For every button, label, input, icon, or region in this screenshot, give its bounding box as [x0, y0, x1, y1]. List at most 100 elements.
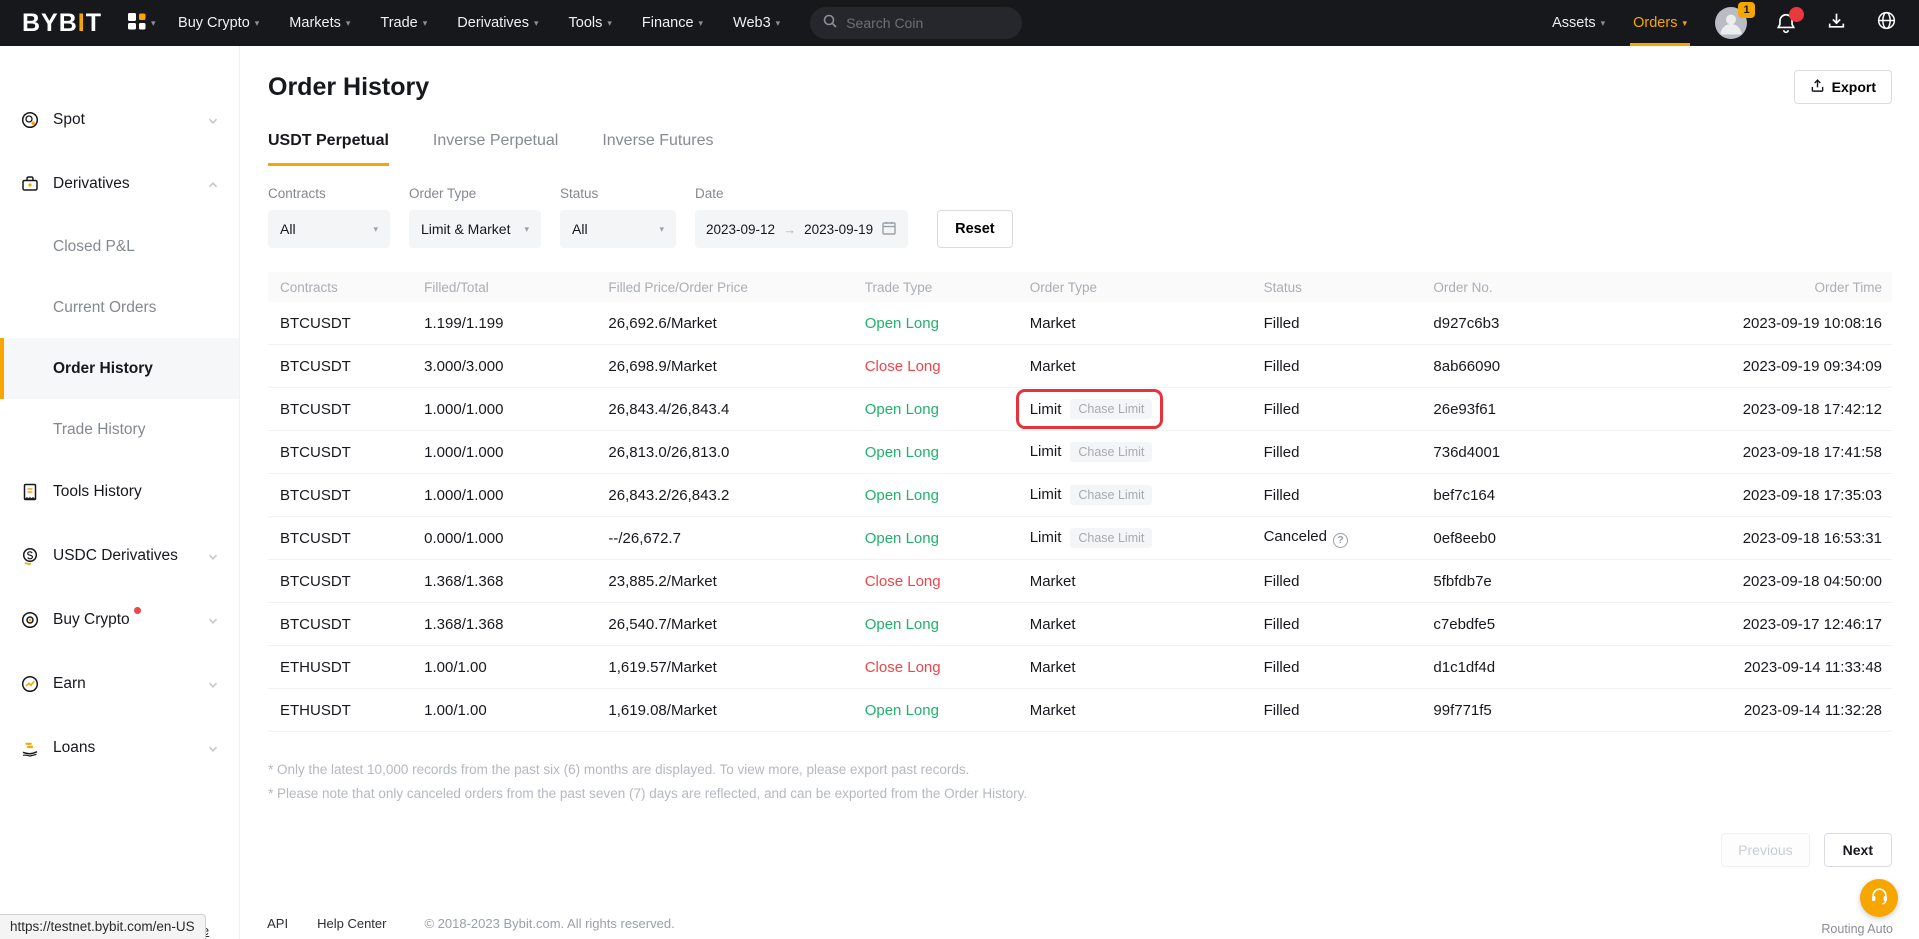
nav-menu-derivatives[interactable]: Derivatives▾ [457, 15, 538, 31]
caret-down-icon: ▾ [346, 18, 351, 29]
status-text: Filled [1264, 401, 1300, 418]
sidebar-item-buy-crypto[interactable]: Buy Crypto [0, 588, 239, 652]
download-icon [1826, 10, 1847, 36]
export-button[interactable]: Export [1794, 70, 1892, 104]
sidebar-item-tools-history[interactable]: Tools History [0, 460, 239, 524]
column-header-filled-price-order-price: Filled Price/Order Price [608, 280, 864, 295]
contracts-select-value: All [280, 221, 296, 237]
search-box[interactable] [810, 7, 1022, 39]
sidebar-item-trade-history[interactable]: Trade History [0, 399, 239, 460]
earn-icon [20, 674, 40, 694]
cell-order-type: Market [1030, 315, 1264, 332]
reset-button[interactable]: Reset [937, 210, 1013, 248]
cell-status: Filled [1264, 487, 1434, 504]
order-type-filter-label: Order Type [409, 186, 541, 201]
nav-menu-label: Markets [289, 15, 341, 31]
order-type-text: Market [1030, 573, 1076, 590]
order-type-select-value: Limit & Market [421, 221, 510, 237]
tab-usdt-perpetual[interactable]: USDT Perpetual [268, 132, 389, 166]
order-type-wrap: LimitChase Limit [1030, 486, 1153, 503]
table-row: BTCUSDT1.368/1.36826,540.7/MarketOpen Lo… [268, 603, 1892, 646]
caret-down-icon: ▾ [151, 18, 156, 29]
chase-limit-highlight: LimitChase Limit [1030, 399, 1153, 419]
status-text: Filled [1264, 315, 1300, 332]
assets-label: Assets [1552, 15, 1596, 31]
tools-history-icon [20, 482, 40, 502]
cell-trade-type: Open Long [865, 401, 1030, 418]
cell-order-time: 2023-09-19 09:34:09 [1658, 358, 1882, 375]
sidebar-item-label: USDC Derivatives [53, 547, 194, 565]
status-select[interactable]: All ▾ [560, 210, 676, 248]
cell-trade-type: Close Long [865, 358, 1030, 375]
sidebar-item-order-history[interactable]: Order History [0, 338, 239, 399]
sidebar-item-loans[interactable]: Loans [0, 716, 239, 780]
sidebar-item-label: Spot [53, 111, 194, 129]
apps-grid-icon[interactable]: ▾ [126, 11, 150, 35]
table-note: * Only the latest 10,000 records from th… [268, 758, 1892, 782]
status-text: Filled [1264, 659, 1300, 676]
next-page-button[interactable]: Next [1824, 833, 1892, 867]
nav-menu-markets[interactable]: Markets ▾ [289, 15, 350, 31]
nav-menu-finance[interactable]: Finance▾ [642, 15, 703, 31]
help-icon[interactable]: ? [1333, 533, 1348, 548]
arrow-right-icon: → [783, 222, 796, 237]
cell-filled-total: 1.000/1.000 [424, 444, 608, 461]
bybit-logo[interactable]: BYBIT [22, 9, 102, 38]
nav-assets[interactable]: Assets ▾ [1552, 0, 1605, 46]
derivatives-icon [20, 174, 40, 194]
language-button[interactable] [1875, 12, 1897, 34]
table-row: BTCUSDT0.000/1.000--/26,672.7Open LongLi… [268, 517, 1892, 560]
sidebar-item-current-orders[interactable]: Current Orders [0, 277, 239, 338]
contracts-select[interactable]: All ▾ [268, 210, 390, 248]
cell-filled-total: 1.00/1.00 [424, 702, 608, 719]
cell-order-time: 2023-09-14 11:32:28 [1658, 702, 1882, 719]
order-type-select[interactable]: Limit & Market ▾ [409, 210, 541, 248]
notifications-button[interactable] [1775, 12, 1797, 34]
nav-menu-web3[interactable]: Web3▾ [733, 15, 780, 31]
cell-order-time: 2023-09-19 10:08:16 [1658, 315, 1882, 332]
routing-status: Routing Auto [1821, 922, 1893, 936]
bell-icon [1775, 21, 1797, 38]
table-header-row: ContractsFilled/TotalFilled Price/Order … [268, 272, 1892, 302]
search-input[interactable] [846, 15, 1027, 31]
date-range-picker[interactable]: 2023-09-12 → 2023-09-19 [695, 210, 908, 248]
cell-order-no: 5fbfdb7e [1433, 573, 1657, 590]
tab-inverse-perpetual[interactable]: Inverse Perpetual [433, 132, 558, 166]
previous-page-button[interactable]: Previous [1721, 833, 1809, 867]
sidebar-item-closed-p-l[interactable]: Closed P&L [0, 216, 239, 277]
cell-order-type: Market [1030, 616, 1264, 633]
cell-order-time: 2023-09-18 17:42:12 [1658, 401, 1882, 418]
cell-filled-price-order-price: 26,843.4/26,843.4 [608, 401, 864, 418]
caret-down-icon: ▾ [1601, 18, 1606, 29]
cell-filled-total: 3.000/3.000 [424, 358, 608, 375]
cell-status: Filled [1264, 616, 1434, 633]
copyright: © 2018-2023 Bybit.com. All rights reserv… [424, 916, 674, 931]
usdc-derivatives-icon [20, 546, 40, 566]
cell-contracts: ETHUSDT [280, 659, 424, 676]
footer-link-api[interactable]: API [267, 916, 288, 931]
cell-order-no: 99f771f5 [1433, 702, 1657, 719]
nav-menu-trade[interactable]: Trade▾ [380, 15, 427, 31]
sidebar-item-spot[interactable]: Spot [0, 88, 239, 152]
nav-menu-tools[interactable]: Tools▾ [569, 15, 612, 31]
footer-link-help-center[interactable]: Help Center [317, 916, 386, 931]
sidebar-item-usdc-derivatives[interactable]: USDC Derivatives [0, 524, 239, 588]
tab-inverse-futures[interactable]: Inverse Futures [602, 132, 713, 166]
chevron-down-icon [207, 742, 219, 754]
cell-filled-total: 1.000/1.000 [424, 401, 608, 418]
cell-order-time: 2023-09-17 12:46:17 [1658, 616, 1882, 633]
sidebar-item-derivatives[interactable]: Derivatives [0, 152, 239, 216]
sidebar-item-earn[interactable]: Earn [0, 652, 239, 716]
nav-orders[interactable]: Orders▾ [1633, 0, 1687, 46]
cell-trade-type: Close Long [865, 659, 1030, 676]
order-type-text: Market [1030, 616, 1076, 633]
download-app-button[interactable] [1825, 12, 1847, 34]
sidebar-item-label: Buy Crypto [53, 611, 194, 629]
nav-menu-buy-crypto[interactable]: Buy Crypto▾ [178, 15, 259, 31]
contracts-filter-label: Contracts [268, 186, 390, 201]
cell-filled-total: 1.368/1.368 [424, 616, 608, 633]
user-avatar[interactable]: 1 [1715, 7, 1747, 39]
status-text: Filled [1264, 358, 1300, 375]
cell-status: Filled [1264, 358, 1434, 375]
support-chat-button[interactable] [1860, 879, 1898, 917]
